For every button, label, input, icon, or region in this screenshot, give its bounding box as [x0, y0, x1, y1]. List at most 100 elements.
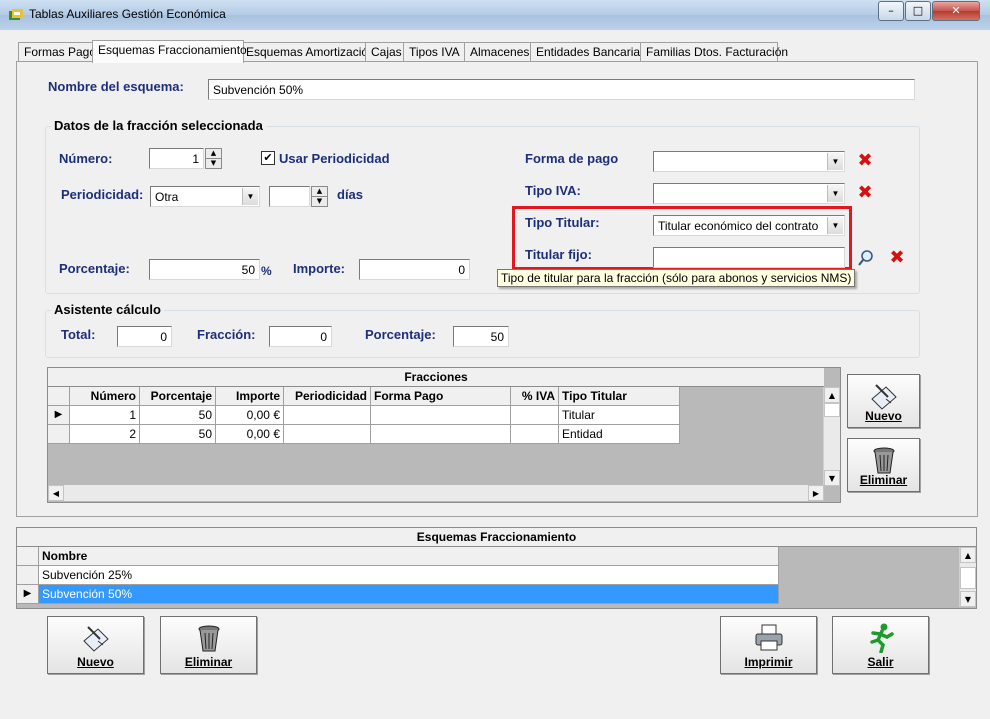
calc-porcentaje-input[interactable]: 50: [453, 326, 509, 347]
maximize-button[interactable]: □: [905, 1, 931, 21]
row-header-corner: [17, 547, 39, 566]
tab-cajas[interactable]: Cajas: [365, 42, 405, 62]
table-cell[interactable]: 0,00 €: [216, 406, 284, 425]
app-window: Tablas Auxiliares Gestión Económica – □ …: [0, 0, 990, 719]
fraccion-nuevo-button[interactable]: Nuevo: [847, 374, 920, 428]
spin-up-icon: ▲: [312, 187, 327, 197]
tipo-iva-label: Tipo IVA:: [525, 183, 581, 198]
salir-button[interactable]: Salir: [832, 616, 929, 674]
total-input[interactable]: 0: [117, 326, 172, 347]
fracciones-vscroll[interactable]: ▲ ▼: [823, 387, 840, 486]
scheme-name-label: Nombre del esquema:: [48, 79, 184, 94]
dias-spinner[interactable]: ▲ ▼: [311, 186, 328, 207]
table-cell[interactable]: 2: [70, 425, 140, 444]
col-importe[interactable]: Importe: [216, 387, 284, 406]
usar-periodicidad-label: Usar Periodicidad: [279, 151, 390, 166]
tipo-iva-select[interactable]: ▼: [653, 183, 845, 204]
tab-familias-dtos[interactable]: Familias Dtos. Facturación: [640, 42, 788, 62]
table-cell[interactable]: 0,00 €: [216, 425, 284, 444]
periodicidad-select[interactable]: Otra ▼: [150, 186, 260, 207]
scroll-up-icon[interactable]: ▲: [960, 547, 976, 563]
row-selector[interactable]: [17, 566, 39, 585]
table-cell[interactable]: 1: [70, 406, 140, 425]
col-forma-pago[interactable]: Forma Pago: [371, 387, 511, 406]
table-cell[interactable]: 50: [140, 425, 216, 444]
col-porcentaje[interactable]: Porcentaje: [140, 387, 216, 406]
table-cell[interactable]: Titular: [559, 406, 680, 425]
numero-spinner[interactable]: ▲ ▼: [205, 148, 222, 169]
scroll-thumb[interactable]: [824, 403, 840, 417]
search-icon[interactable]: [857, 249, 875, 267]
scheme-name-input[interactable]: Subvención 50%: [208, 79, 915, 100]
usar-periodicidad-checkbox[interactable]: ✔: [261, 151, 275, 165]
col-numero[interactable]: Número: [70, 387, 140, 406]
importe-input[interactable]: 0: [359, 259, 470, 280]
spin-down-icon: ▼: [210, 159, 217, 167]
forma-pago-label: Forma de pago: [525, 151, 619, 166]
scroll-down-icon[interactable]: ▼: [824, 470, 840, 486]
tab-formas-pago[interactable]: Formas Pago: [18, 42, 96, 62]
row-selector-icon[interactable]: ▶: [17, 585, 39, 604]
imprimir-label: Imprimir: [744, 655, 793, 669]
scroll-down-icon[interactable]: ▼: [960, 591, 976, 607]
tab-tipos-iva[interactable]: Tipos IVA: [403, 42, 466, 62]
table-cell[interactable]: 50: [140, 406, 216, 425]
app-icon: [9, 9, 23, 20]
eliminar-label: Eliminar: [184, 655, 233, 669]
clear-forma-pago-icon[interactable]: ✖: [857, 152, 873, 170]
fraccion-label: Fracción:: [197, 327, 256, 342]
dias-label: días: [337, 187, 364, 202]
close-button[interactable]: ✕: [932, 1, 980, 21]
col-periodicidad[interactable]: Periodicidad: [284, 387, 371, 406]
table-cell[interactable]: [511, 406, 559, 425]
row-selector[interactable]: [48, 425, 70, 444]
nuevo-button[interactable]: Nuevo: [47, 616, 144, 674]
imprimir-button[interactable]: Imprimir: [720, 616, 817, 674]
table-cell[interactable]: [284, 425, 371, 444]
esquemas-vscroll[interactable]: ▲ ▼: [959, 547, 976, 607]
esquemas-caption: Esquemas Fraccionamiento: [17, 528, 976, 547]
fraccion-eliminar-button[interactable]: Eliminar: [847, 438, 920, 492]
table-cell[interactable]: [284, 406, 371, 425]
table-cell[interactable]: [511, 425, 559, 444]
col-tipo-titular[interactable]: Tipo Titular: [559, 387, 680, 406]
tipo-titular-select[interactable]: Titular económico del contrato ▼: [653, 215, 845, 236]
forma-pago-select[interactable]: ▼: [653, 151, 845, 172]
check-icon: ✔: [263, 151, 273, 164]
col-iva[interactable]: % IVA: [511, 387, 559, 406]
fraccion-eliminar-label: Eliminar: [859, 473, 908, 487]
col-nombre[interactable]: Nombre: [39, 547, 779, 566]
list-item-selected[interactable]: Subvención 50%: [39, 585, 779, 604]
fracciones-hscroll[interactable]: ◀ ▶: [48, 485, 824, 501]
porcentaje-unit: %: [261, 264, 272, 278]
trash-icon: [873, 447, 894, 474]
tab-almacenes[interactable]: Almacenes: [464, 42, 532, 62]
tab-esquemas-fraccionamiento[interactable]: Esquemas Fraccionamiento: [92, 40, 247, 63]
fraccion-input[interactable]: 0: [269, 326, 332, 347]
scroll-thumb[interactable]: [960, 567, 976, 589]
table-cell[interactable]: Entidad: [559, 425, 680, 444]
running-man-icon: [869, 623, 894, 653]
tab-entidades-bancarias[interactable]: Entidades Bancarias: [530, 42, 646, 62]
table-cell[interactable]: [371, 406, 511, 425]
calc-porcentaje-label: Porcentaje:: [365, 327, 436, 342]
porcentaje-label: Porcentaje:: [59, 261, 130, 276]
scroll-right-icon[interactable]: ▶: [808, 485, 824, 501]
periodicidad-label: Periodicidad:: [61, 187, 144, 202]
row-selector-icon[interactable]: ▶: [48, 406, 70, 425]
numero-input[interactable]: 1: [149, 148, 204, 169]
tab-esquemas-amortizacion[interactable]: Esquemas Amortización: [240, 42, 375, 62]
titular-fijo-input[interactable]: [653, 247, 845, 268]
porcentaje-input[interactable]: 50: [149, 259, 260, 280]
clear-titular-fijo-icon[interactable]: ✖: [889, 249, 905, 267]
clear-tipo-iva-icon[interactable]: ✖: [857, 184, 873, 202]
list-item[interactable]: Subvención 25%: [39, 566, 779, 585]
new-document-icon: [870, 384, 897, 410]
minimize-button[interactable]: –: [878, 1, 904, 21]
minimize-icon: –: [888, 4, 894, 17]
scroll-left-icon[interactable]: ◀: [48, 485, 64, 501]
table-cell[interactable]: [371, 425, 511, 444]
scroll-up-icon[interactable]: ▲: [824, 387, 840, 403]
dias-input[interactable]: [269, 186, 310, 207]
eliminar-button[interactable]: Eliminar: [160, 616, 257, 674]
